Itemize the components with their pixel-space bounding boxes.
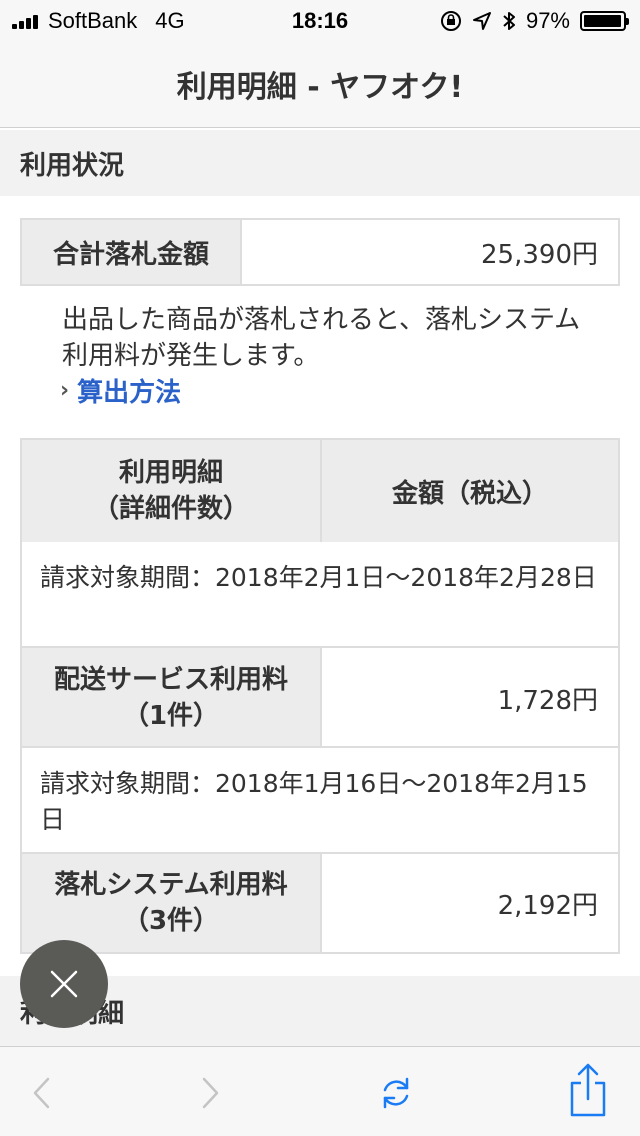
share-icon	[570, 1063, 606, 1117]
fee-amount: 2,192円	[322, 854, 618, 952]
period-block: 請求対象期間：2018年2月1日〜2018年2月28日 配送サービス利用料 （1…	[20, 542, 620, 750]
period-text: 請求対象期間：2018年2月1日〜2018年2月28日	[22, 542, 618, 646]
share-button[interactable]	[564, 1063, 612, 1119]
battery-fill	[584, 15, 621, 27]
usage-section-heading: 利用状況	[0, 130, 640, 196]
fee-row: 配送サービス利用料 （1件） 1,728円	[22, 646, 618, 748]
bluetooth-icon	[503, 12, 515, 30]
fee-label-line2: （1件）	[122, 701, 220, 731]
total-amount-table: 合計落札金額 25,390円	[20, 218, 620, 286]
reload-icon	[383, 1077, 409, 1109]
fee-note: 出品した商品が落札されると、落札システム利用料が発生します。	[62, 305, 581, 371]
period-text: 請求対象期間：2018年1月16日〜2018年2月15日	[22, 748, 618, 852]
detail-header-col1-line1: 利用明細	[118, 458, 223, 488]
reload-button[interactable]	[372, 1069, 420, 1117]
orientation-lock-icon	[440, 11, 461, 31]
fee-label-line1: 配送サービス利用料	[53, 665, 288, 695]
battery-percent: 97%	[525, 8, 570, 33]
forward-icon	[202, 1077, 219, 1109]
back-button[interactable]	[18, 1069, 66, 1117]
close-button[interactable]	[20, 940, 108, 1028]
total-label: 合計落札金額	[22, 220, 242, 284]
status-bar: SoftBank 4G 18:16 97%	[0, 0, 640, 40]
fee-label-line1: 落札システム利用料	[54, 870, 288, 900]
total-value: 25,390円	[481, 239, 598, 270]
fee-label-line2: （3件）	[122, 906, 220, 936]
calculation-method-label: 算出方法	[77, 378, 182, 408]
detail-table-header: 利用明細 （詳細件数） 金額（税込）	[20, 438, 620, 544]
forward-button[interactable]	[186, 1069, 234, 1117]
browser-toolbar	[0, 1046, 640, 1136]
battery-icon	[580, 11, 629, 31]
detail-header-col2: 金額（税込）	[322, 440, 618, 542]
fee-label: 配送サービス利用料 （1件）	[22, 648, 322, 748]
location-icon	[472, 12, 491, 30]
fee-amount: 1,728円	[322, 648, 618, 748]
status-right: 97%	[440, 8, 629, 34]
page-title: 利用明細 - ヤフオク!	[176, 69, 464, 105]
period-block: 請求対象期間：2018年1月16日〜2018年2月15日 落札システム利用料 （…	[20, 746, 620, 954]
fee-label: 落札システム利用料 （3件）	[22, 854, 322, 952]
fee-row: 落札システム利用料 （3件） 2,192円	[22, 852, 618, 952]
close-icon	[50, 970, 78, 998]
back-icon	[33, 1077, 50, 1109]
detail-header-col1-line2: （詳細件数）	[92, 494, 249, 524]
detail-header-col1: 利用明細 （詳細件数）	[22, 440, 322, 542]
calculation-method-link[interactable]: › 算出方法	[60, 372, 181, 409]
nav-bar: 利用明細 - ヤフオク!	[0, 40, 640, 128]
chevron-right-icon: ›	[60, 378, 70, 403]
